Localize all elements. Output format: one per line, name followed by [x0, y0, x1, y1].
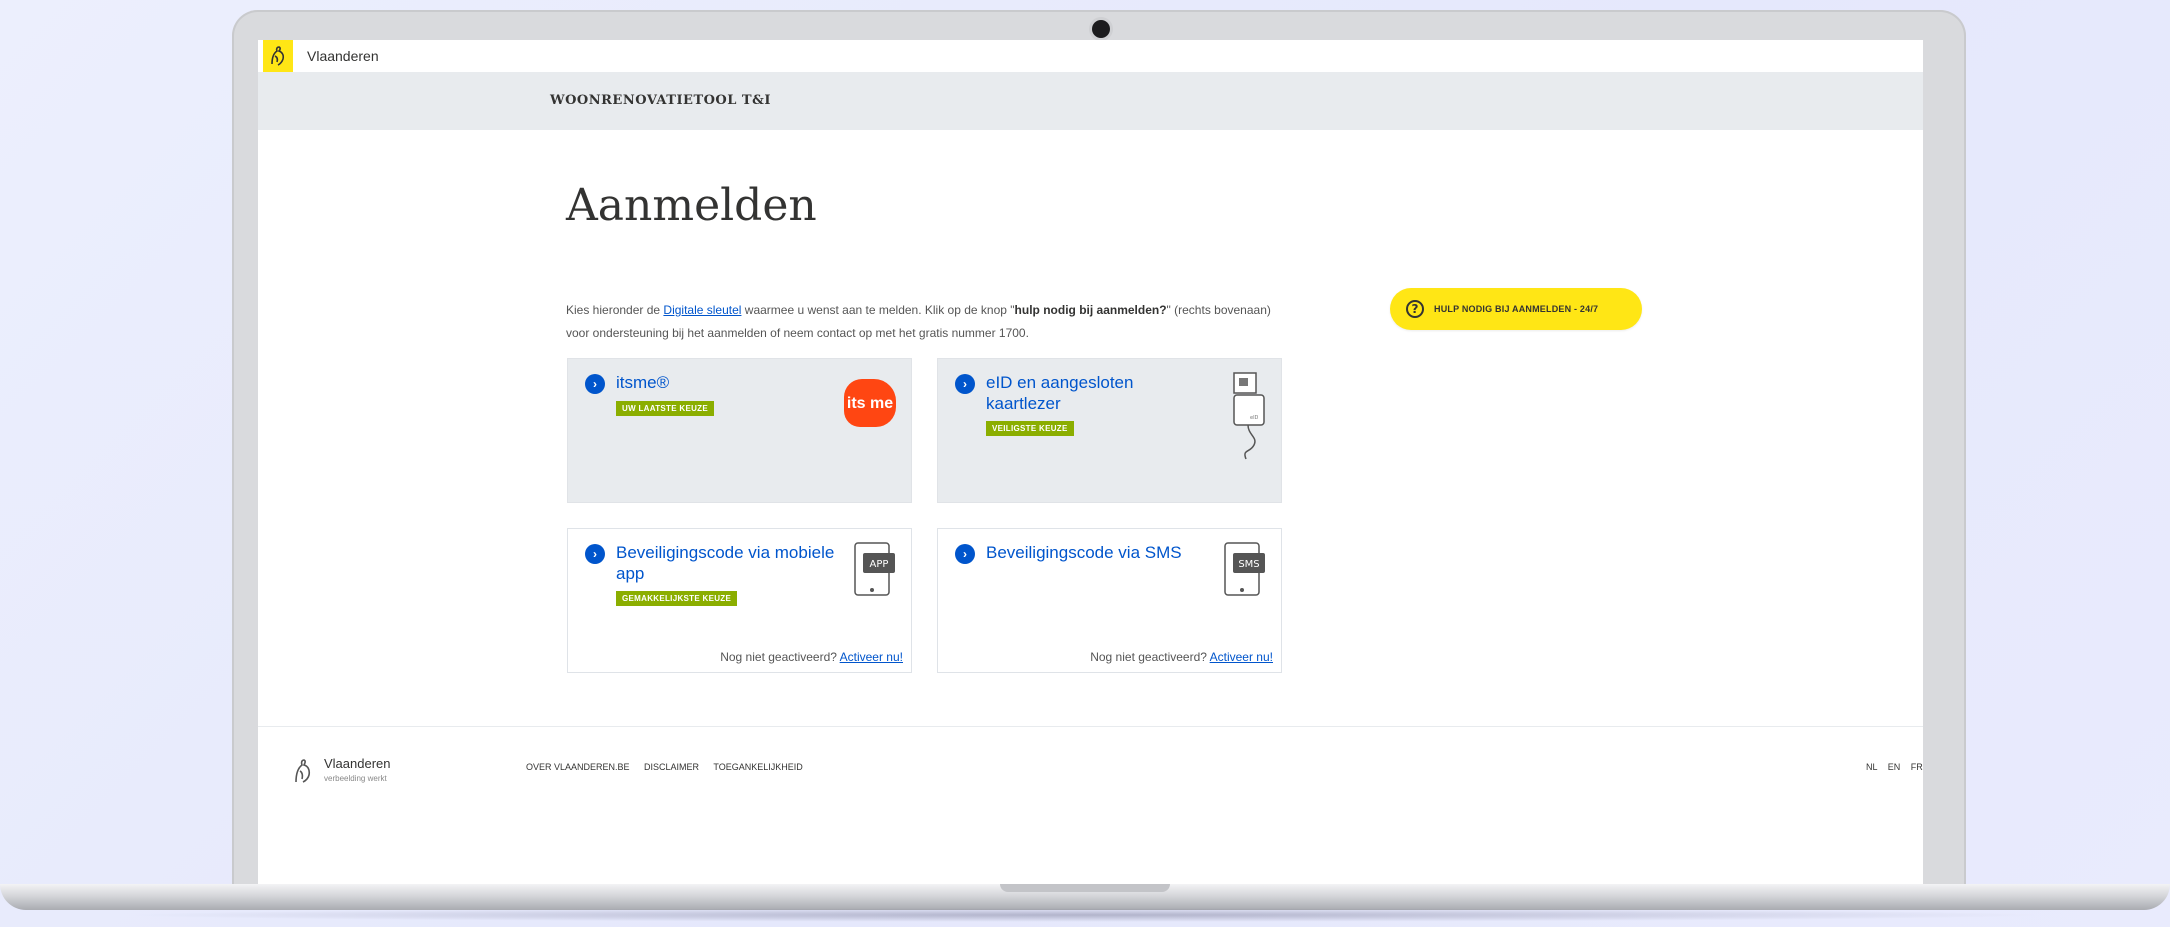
- chevron-right-icon: ›: [585, 544, 605, 564]
- intro-bold: hulp nodig bij aanmelden?: [1014, 303, 1167, 317]
- intro-part: waarmee u wenst aan te melden. Klik op d…: [741, 303, 1015, 317]
- activate-now-link[interactable]: Activeer nu!: [840, 650, 903, 664]
- phone-sms-icon: SMS: [1224, 542, 1265, 596]
- chevron-right-icon: ›: [955, 374, 975, 394]
- activation-hint: Nog niet geactiveerd? Activeer nu!: [1090, 650, 1273, 664]
- activate-now-link[interactable]: Activeer nu!: [1210, 650, 1273, 664]
- camera-icon: [1092, 20, 1110, 38]
- footer-link-accessibility[interactable]: TOEGANKELIJKHEID: [713, 762, 802, 772]
- sms-icon-label: SMS: [1238, 559, 1259, 570]
- activation-text: Nog niet geactiveerd?: [720, 650, 840, 664]
- option-badge: VEILIGSTE KEUZE: [986, 421, 1074, 436]
- footer-link-over[interactable]: OVER VLAANDEREN.BE: [526, 762, 630, 772]
- svg-text:eID: eID: [1250, 415, 1259, 421]
- digital-key-link[interactable]: Digitale sleutel: [663, 303, 741, 317]
- footer-brand-name: Vlaanderen: [324, 756, 391, 771]
- activation-hint: Nog niet geactiveerd? Activeer nu!: [720, 650, 903, 664]
- lang-nl[interactable]: NL: [1866, 762, 1877, 772]
- footer-brand: Vlaanderen verbeelding werkt: [324, 756, 391, 786]
- page-title: Aanmelden: [566, 180, 817, 231]
- help-button-label: HULP NODIG BIJ AANMELDEN - 24/7: [1434, 304, 1599, 314]
- itsme-logo-text: its me: [846, 394, 894, 412]
- footer-logo[interactable]: Vlaanderen verbeelding werkt: [292, 756, 391, 786]
- login-option-mobile-app[interactable]: › Beveiligingscode via mobiele app GEMAK…: [567, 528, 912, 673]
- flemish-lion-icon: [295, 759, 311, 783]
- help-login-button[interactable]: ? HULP NODIG BIJ AANMELDEN - 24/7: [1390, 288, 1642, 330]
- app-title[interactable]: WOONRENOVATIETOOL T&I: [550, 93, 771, 108]
- login-option-itsme[interactable]: › itsme® UW LAATSTE KEUZE its me: [567, 358, 912, 503]
- app-icon-label: APP: [870, 559, 889, 570]
- login-option-eid[interactable]: › eID en aangesloten kaartlezer VEILIGST…: [937, 358, 1282, 503]
- card-reader-icon: eID: [1233, 372, 1265, 460]
- question-icon: ?: [1406, 300, 1424, 318]
- option-title: eID en aangesloten kaartlezer: [986, 373, 1134, 413]
- intro-part: Kies hieronder de: [566, 303, 664, 317]
- chevron-right-icon: ›: [585, 374, 605, 394]
- intro-text: Kies hieronder de Digitale sleutel waarm…: [566, 299, 1286, 345]
- top-bar: Vlaanderen: [258, 40, 1923, 72]
- option-badge: GEMAKKELIJKSTE KEUZE: [616, 591, 738, 606]
- flemish-lion-logo-icon[interactable]: [263, 40, 293, 72]
- option-title: Beveiligingscode via mobiele app: [616, 543, 835, 583]
- activation-text: Nog niet geactiveerd?: [1090, 650, 1210, 664]
- chevron-right-icon: ›: [955, 544, 975, 564]
- option-badge: UW LAATSTE KEUZE: [616, 401, 714, 416]
- footer-divider: [258, 726, 1923, 727]
- footer-link-disclaimer[interactable]: DISCLAIMER: [644, 762, 699, 772]
- login-option-sms[interactable]: › Beveiligingscode via SMS SMS Nog niet …: [937, 528, 1282, 673]
- phone-app-icon: APP: [854, 542, 895, 596]
- laptop-notch: [1000, 884, 1170, 892]
- app-header: WOONRENOVATIETOOL T&I: [258, 72, 1923, 130]
- itsme-logo-icon: its me: [844, 379, 896, 427]
- brand-name[interactable]: Vlaanderen: [307, 48, 379, 64]
- footer-tagline: verbeelding werkt: [324, 774, 387, 783]
- option-title: itsme®: [616, 373, 670, 392]
- lang-en[interactable]: EN: [1888, 762, 1901, 772]
- laptop-shadow: [120, 908, 2050, 922]
- browser-screen: Vlaanderen WOONRENOVATIETOOL T&I Aanmeld…: [258, 40, 1923, 890]
- option-title: Beveiligingscode via SMS: [986, 543, 1182, 562]
- footer-links: OVER VLAANDEREN.BE DISCLAIMER TOEGANKELI…: [526, 762, 815, 772]
- language-switcher: NL EN FR: [1858, 762, 1923, 772]
- lang-fr[interactable]: FR: [1911, 762, 1923, 772]
